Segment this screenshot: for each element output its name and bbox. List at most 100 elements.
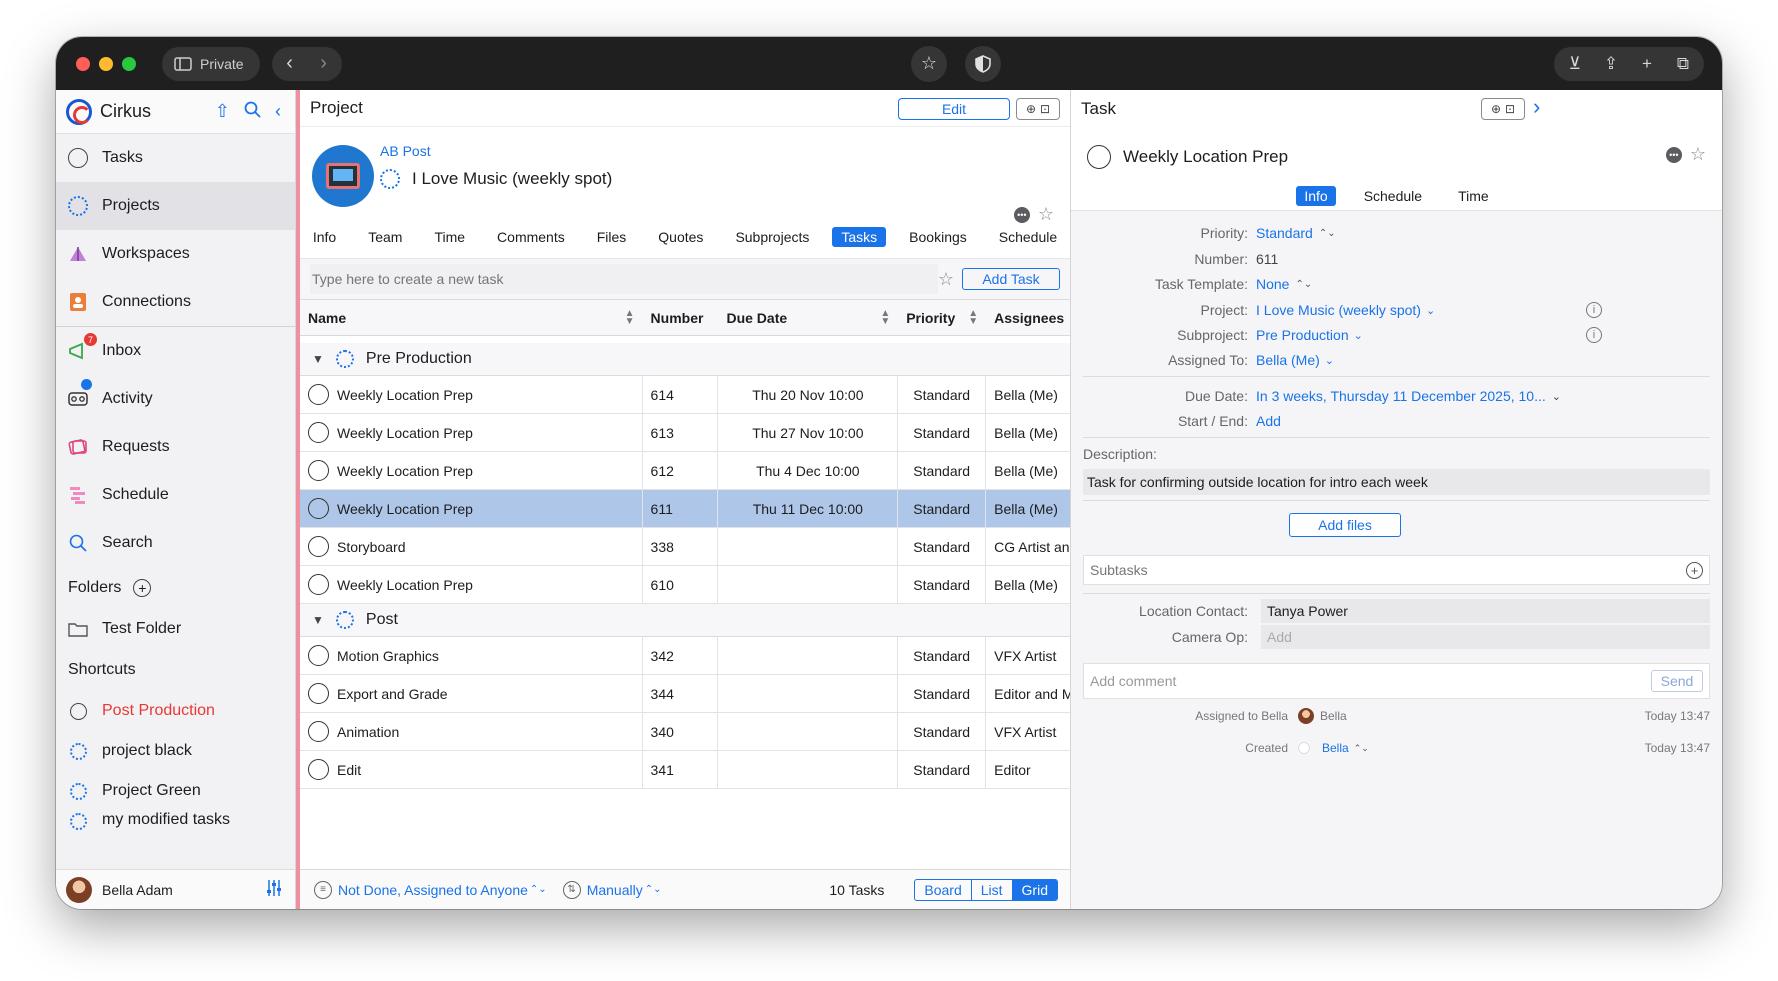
task-tab-time[interactable]: Time	[1450, 186, 1497, 206]
task-checkbox[interactable]	[308, 574, 329, 595]
send-button[interactable]: Send	[1651, 670, 1703, 692]
avatar[interactable]	[66, 876, 92, 903]
add-subtask-icon[interactable]: +	[1686, 561, 1703, 579]
tab-files[interactable]: Files	[588, 227, 636, 247]
collapse-sidebar-icon[interactable]: ‹	[275, 101, 281, 123]
settings-sliders-icon[interactable]	[265, 879, 283, 900]
task-tab-schedule[interactable]: Schedule	[1356, 186, 1430, 206]
view-board-button[interactable]: Board	[915, 879, 972, 900]
shortcut-my-modified-tasks[interactable]: my modified tasks	[56, 811, 295, 831]
tab-team[interactable]: Team	[359, 227, 411, 247]
download-icon[interactable]: ⊻	[1564, 54, 1586, 74]
close-panel-chevron-icon[interactable]: ›	[1533, 94, 1540, 120]
task-checkbox[interactable]	[308, 498, 329, 519]
priority-selector[interactable]: Standard	[1256, 225, 1313, 241]
tab-time[interactable]: Time	[425, 227, 474, 247]
project-info-icon[interactable]: i	[1586, 302, 1602, 318]
description-field[interactable]: Task for confirming outside location for…	[1083, 469, 1710, 495]
task-checkbox[interactable]	[308, 683, 329, 704]
start-end-add-link[interactable]: Add	[1256, 413, 1281, 429]
column-header-name[interactable]: Name ▲ ▼	[300, 300, 643, 335]
tab-overview-icon[interactable]: ⧉	[1672, 54, 1694, 74]
table-row[interactable]: Motion Graphics 342 Standard VFX Artist	[300, 637, 1070, 675]
shortcut-post-production[interactable]: Post Production	[56, 691, 295, 731]
project-status-icon[interactable]	[380, 169, 400, 189]
location-contact-value[interactable]: Tanya Power	[1261, 599, 1710, 623]
tab-schedule[interactable]: Schedule	[990, 227, 1066, 247]
add-folder-icon[interactable]: +	[133, 579, 152, 597]
sort-selector[interactable]: Manually	[587, 882, 643, 898]
column-header-assignees[interactable]: Assignees	[986, 300, 1070, 335]
add-task-button[interactable]: Add Task	[962, 268, 1060, 290]
sidebar-item-requests[interactable]: Requests	[56, 423, 295, 471]
disclosure-triangle-icon[interactable]: ▼	[312, 352, 324, 366]
forward-icon[interactable]: ›	[314, 52, 334, 75]
column-header-due-date[interactable]: Due Date ▲ ▼	[718, 300, 898, 335]
search-icon[interactable]	[244, 101, 261, 123]
tab-bookings[interactable]: Bookings	[900, 227, 976, 247]
filter-selector[interactable]: Not Done, Assigned to Anyone	[338, 882, 528, 898]
favorite-star-icon[interactable]: ☆	[1690, 144, 1706, 165]
favorite-star-icon[interactable]: ☆	[1038, 204, 1054, 225]
task-checkbox[interactable]	[308, 460, 329, 481]
sidebar-item-workspaces[interactable]: Workspaces	[56, 230, 295, 278]
table-row[interactable]: Storyboard 338 Standard CG Artist and	[300, 528, 1070, 566]
add-files-button[interactable]: Add files	[1289, 513, 1401, 537]
task-tab-info[interactable]: Info	[1296, 186, 1336, 206]
column-header-priority[interactable]: Priority ▲ ▼	[898, 300, 986, 335]
task-complete-checkbox[interactable]	[1087, 145, 1111, 169]
task-panel-toggle-button[interactable]: ⊕ ⊡	[1481, 98, 1525, 120]
template-selector[interactable]: None	[1256, 276, 1289, 292]
group-header[interactable]: ▼ Post	[300, 604, 1070, 637]
more-options-icon[interactable]: •••	[1665, 146, 1682, 163]
sidebar-item-activity[interactable]: Activity	[56, 375, 295, 423]
panel-toggle-button[interactable]: ⊕ ⊡	[1016, 98, 1060, 120]
more-options-icon[interactable]: •••	[1013, 206, 1030, 223]
table-row[interactable]: Edit 341 Standard Editor	[300, 751, 1070, 789]
sidebar-item-inbox[interactable]: 7 Inbox	[56, 327, 295, 375]
task-checkbox[interactable]	[308, 422, 329, 443]
new-task-input[interactable]	[310, 264, 938, 294]
view-grid-button[interactable]: Grid	[1012, 879, 1057, 900]
table-row[interactable]: Weekly Location Prep 611 Thu 11 Dec 10:00 S…	[300, 490, 1070, 528]
table-row[interactable]: Export and Grade 344 Standard Editor and MC	[300, 675, 1070, 713]
task-checkbox[interactable]	[308, 645, 329, 666]
table-row[interactable]: Weekly Location Prep 612 Thu 4 Dec 10:00 St…	[300, 452, 1070, 490]
view-list-button[interactable]: List	[972, 879, 1013, 900]
sidebar-item-tasks[interactable]: Tasks	[56, 134, 295, 182]
table-row[interactable]: Weekly Location Prep 613 Thu 27 Nov 10:00 S…	[300, 414, 1070, 452]
privacy-shield-icon[interactable]	[965, 45, 1001, 82]
tab-info[interactable]: Info	[304, 227, 345, 247]
sidebar-folder-item[interactable]: Test Folder	[56, 609, 295, 649]
private-sidebar-toggle[interactable]: Private	[162, 46, 260, 81]
shortcut-project-green[interactable]: Project Green	[56, 771, 295, 811]
tab-comments[interactable]: Comments	[488, 227, 574, 247]
edit-project-button[interactable]: Edit	[898, 98, 1010, 120]
creator-selector[interactable]: Bella	[1322, 741, 1349, 755]
task-checkbox[interactable]	[308, 536, 329, 557]
project-selector[interactable]: I Love Music (weekly spot)	[1256, 302, 1421, 318]
table-row[interactable]: Animation 340 Standard VFX Artist	[300, 713, 1070, 751]
due-date-selector[interactable]: In 3 weeks, Thursday 11 December 2025, 1…	[1256, 388, 1546, 404]
sidebar-item-schedule[interactable]: Schedule	[56, 471, 295, 519]
sidebar-item-connections[interactable]: Connections	[56, 278, 295, 326]
minimize-window-button[interactable]	[99, 56, 113, 71]
close-window-button[interactable]	[76, 56, 90, 71]
client-link[interactable]: AB Post	[380, 143, 431, 159]
zoom-window-button[interactable]	[122, 56, 136, 71]
column-header-number[interactable]: Number	[643, 300, 719, 335]
group-header[interactable]: ▼ Pre Production	[300, 343, 1070, 376]
subproject-info-icon[interactable]: i	[1586, 327, 1602, 343]
disclosure-triangle-icon[interactable]: ▼	[312, 613, 324, 627]
shortcut-project-black[interactable]: project black	[56, 731, 295, 771]
share-icon[interactable]: ⇧	[215, 101, 230, 123]
user-name[interactable]: Bella Adam	[102, 882, 173, 898]
new-task-star-icon[interactable]: ☆	[938, 269, 954, 290]
bookmark-star-icon[interactable]: ☆	[911, 45, 947, 82]
sidebar-item-search[interactable]: Search	[56, 519, 295, 567]
task-checkbox[interactable]	[308, 759, 329, 780]
share-icon[interactable]: ⇪	[1600, 54, 1622, 74]
camera-op-input[interactable]: Add	[1261, 625, 1710, 649]
new-tab-icon[interactable]: +	[1636, 54, 1658, 74]
comment-input[interactable]: Add comment	[1090, 673, 1176, 689]
